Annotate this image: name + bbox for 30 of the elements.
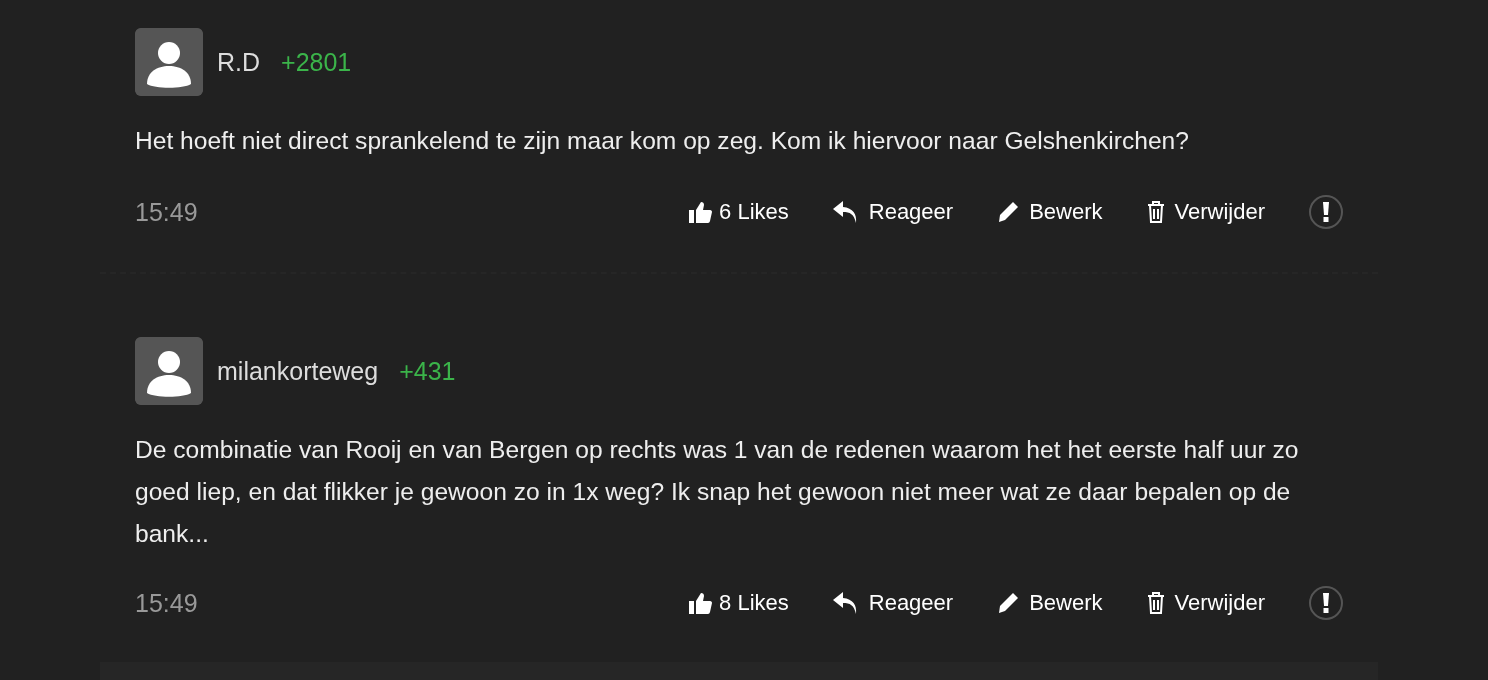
pencil-icon: [997, 592, 1020, 614]
trash-icon: [1146, 201, 1165, 223]
delete-button[interactable]: Verwijder: [1146, 590, 1265, 616]
comment-time: 15:49: [135, 588, 199, 618]
user-score: +431: [399, 356, 456, 386]
username[interactable]: R.D: [217, 47, 261, 77]
delete-button[interactable]: Verwijder: [1146, 199, 1265, 225]
report-button[interactable]: [1309, 195, 1343, 229]
reply-icon: [832, 201, 859, 223]
comment-text: De combinatie van Rooij en van Bergen op rechts was 1 van de redenen waarom het het eerste half uur zo goed liep, en dat flikker je gewoon zo in 1x weg? Ik snap het gewoon niet meer wat ze daar bepalen op de bank...: [135, 435, 1300, 549]
thumbs-up-icon: [689, 201, 713, 223]
edit-button[interactable]: Bewerk: [997, 199, 1103, 225]
username[interactable]: milankorteweg: [217, 356, 379, 386]
user-score: +2801: [281, 47, 352, 77]
reply-icon: [832, 592, 859, 614]
avatar-icon: [135, 337, 203, 405]
reply-button[interactable]: Reageer: [832, 199, 954, 225]
like-button[interactable]: 6 Likes: [689, 199, 789, 225]
exclamation-icon: [1323, 593, 1329, 613]
comment-time: 15:49: [135, 197, 199, 227]
comment-text: Het hoeft niet direct sprankelend te zijn maar kom op zeg. Kom ik hiervoor naar Gelshenkirchen?: [135, 126, 1190, 156]
pencil-icon: [997, 201, 1020, 223]
reply-button[interactable]: Reageer: [832, 590, 954, 616]
edit-button[interactable]: Bewerk: [997, 590, 1103, 616]
exclamation-icon: [1323, 202, 1329, 222]
avatar-icon: [135, 28, 203, 96]
thumbs-up-icon: [689, 592, 713, 614]
report-button[interactable]: [1309, 586, 1343, 620]
trash-icon: [1146, 592, 1165, 614]
like-button[interactable]: 8 Likes: [689, 590, 789, 616]
